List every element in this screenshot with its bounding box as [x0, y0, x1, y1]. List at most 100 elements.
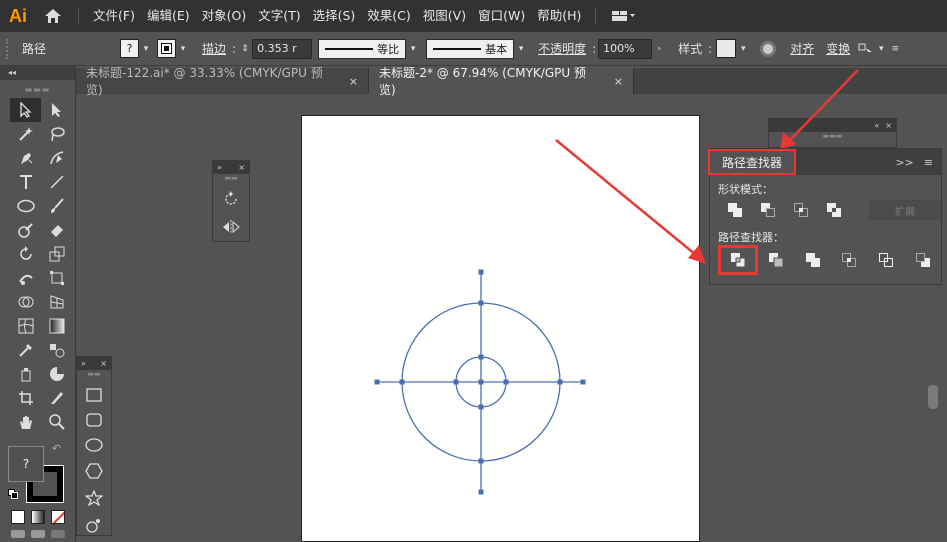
exclude-icon[interactable]	[818, 197, 851, 223]
crop-icon[interactable]	[831, 247, 868, 273]
variable-width-profile[interactable]: 等比	[318, 38, 407, 59]
recolor-artwork-icon[interactable]	[760, 40, 777, 57]
grip-handle[interactable]	[6, 38, 16, 59]
eyedropper-tool-icon[interactable]	[10, 338, 41, 362]
artboard-tool-icon[interactable]	[10, 386, 41, 410]
menu-help[interactable]: 帮助(H)	[531, 0, 587, 32]
merge-icon[interactable]	[794, 247, 831, 273]
star-tool-icon[interactable]	[84, 489, 104, 509]
close-icon[interactable]: ×	[885, 121, 892, 130]
chevron-down-icon[interactable]: ▾	[874, 39, 888, 58]
opacity-label[interactable]: 不透明度	[532, 40, 592, 57]
intersect-icon[interactable]	[784, 197, 817, 223]
polygon-tool-icon[interactable]	[85, 463, 103, 482]
panel-grip[interactable]: ▬▬	[213, 174, 249, 186]
pie-graph-tool-icon[interactable]	[41, 362, 72, 386]
menu-file[interactable]: 文件(F)	[87, 0, 141, 32]
scale-tool-icon[interactable]	[41, 242, 72, 266]
paintbrush-tool-icon[interactable]	[41, 194, 72, 218]
rounded-rectangle-tool-icon[interactable]	[86, 413, 102, 430]
panel-menu-icon[interactable]: ≡	[888, 39, 902, 58]
chevron-right-icon[interactable]: ›	[652, 39, 666, 58]
mesh-tool-icon[interactable]	[10, 314, 41, 338]
menu-select[interactable]: 选择(S)	[307, 0, 362, 32]
close-icon[interactable]: ×	[349, 75, 358, 88]
panel-grip[interactable]: ▬▬▬	[769, 132, 896, 144]
color-mode-icon[interactable]	[11, 510, 25, 524]
zoom-tool-icon[interactable]	[41, 410, 72, 434]
draw-behind-icon[interactable]	[31, 530, 45, 538]
flare-tool-icon[interactable]	[86, 517, 102, 536]
minus-front-icon[interactable]	[751, 197, 784, 223]
none-mode-icon[interactable]	[51, 510, 65, 524]
warp-tool-icon[interactable]	[10, 266, 41, 290]
swap-fill-stroke-icon[interactable]: ↶	[52, 442, 61, 455]
draw-normal-icon[interactable]	[11, 530, 25, 538]
stroke-swatch[interactable]	[157, 39, 177, 58]
reflect-tool-icon[interactable]	[222, 219, 240, 238]
collapse-icon[interactable]: »	[217, 163, 222, 172]
draw-inside-icon[interactable]	[51, 530, 65, 538]
rectangle-tool-icon[interactable]	[86, 388, 102, 405]
direct-selection-tool-icon[interactable]	[41, 98, 72, 122]
curvature-tool-icon[interactable]	[41, 146, 72, 170]
collapse-panel-icon[interactable]: >>	[895, 156, 913, 169]
menu-type[interactable]: 文字(T)	[252, 0, 306, 32]
default-fill-stroke-icon[interactable]	[8, 488, 18, 499]
selection-tool-icon[interactable]	[10, 98, 41, 122]
close-icon[interactable]: ×	[238, 163, 245, 172]
perspective-grid-tool-icon[interactable]	[41, 290, 72, 314]
panel-menu-icon[interactable]: ≡	[924, 156, 933, 169]
stroke-weight-input[interactable]: 0.353 r	[252, 38, 313, 59]
slice-tool-icon[interactable]	[41, 386, 72, 410]
hand-tool-icon[interactable]	[10, 410, 41, 434]
brush-definition[interactable]: 基本	[426, 38, 515, 59]
lasso-tool-icon[interactable]	[41, 122, 72, 146]
isolate-icon[interactable]	[856, 40, 874, 58]
pen-tool-icon[interactable]	[10, 146, 41, 170]
stroke-label[interactable]: 描边	[196, 40, 232, 57]
panel-grip[interactable]: ▬▬	[77, 370, 111, 382]
minus-back-icon[interactable]	[904, 247, 941, 273]
document-tab[interactable]: 未标题-122.ai* @ 33.33% (CMYK/GPU 预览) ×	[76, 66, 369, 97]
menu-view[interactable]: 视图(V)	[417, 0, 472, 32]
rotate-tool-icon[interactable]	[10, 242, 41, 266]
chevron-down-icon[interactable]: ▾	[406, 39, 420, 58]
transform-link[interactable]: 变换	[820, 40, 856, 57]
toolbar-collapse-icon[interactable]: ◂◂	[0, 66, 75, 80]
toolbar-grip[interactable]: ▬▬▬	[0, 80, 75, 98]
rotate-tool-icon[interactable]	[222, 190, 240, 211]
collapse-icon[interactable]: «	[874, 121, 879, 130]
menu-window[interactable]: 窗口(W)	[472, 0, 531, 32]
document-tab-active[interactable]: 未标题-2* @ 67.94% (CMYK/GPU 预览) ×	[369, 66, 634, 97]
gradient-mode-icon[interactable]	[31, 510, 45, 524]
home-icon[interactable]	[36, 0, 70, 32]
line-segment-tool-icon[interactable]	[41, 170, 72, 194]
divide-icon[interactable]	[718, 245, 758, 275]
shape-builder-tool-icon[interactable]	[10, 290, 41, 314]
chevron-down-icon[interactable]: ▾	[514, 39, 528, 58]
fill-swatch[interactable]: ?	[120, 39, 140, 58]
menu-object[interactable]: 对象(O)	[196, 0, 253, 32]
trim-icon[interactable]	[758, 247, 795, 273]
opacity-input[interactable]: 100%	[598, 38, 653, 59]
stepper-icon[interactable]: ⇕	[238, 39, 252, 58]
shaper-tool-icon[interactable]	[10, 218, 41, 242]
ellipse-tool-icon[interactable]	[85, 438, 103, 455]
close-icon[interactable]: ×	[614, 75, 623, 88]
vertical-scrollbar-thumb[interactable]	[928, 385, 938, 409]
symbol-sprayer-tool-icon[interactable]	[10, 362, 41, 386]
collapse-icon[interactable]: »	[81, 359, 86, 368]
unite-icon[interactable]	[718, 197, 751, 223]
expand-button[interactable]: 扩展	[868, 200, 941, 220]
blend-tool-icon[interactable]	[41, 338, 72, 362]
artboard[interactable]	[301, 115, 700, 542]
eraser-tool-icon[interactable]	[41, 218, 72, 242]
style-swatch[interactable]	[716, 39, 737, 58]
close-icon[interactable]: ×	[100, 359, 107, 368]
outline-icon[interactable]	[868, 247, 905, 273]
fill-indicator[interactable]: ?	[8, 446, 44, 482]
free-transform-tool-icon[interactable]	[41, 266, 72, 290]
magic-wand-tool-icon[interactable]	[10, 122, 41, 146]
chevron-down-icon[interactable]: ▾	[176, 39, 190, 58]
